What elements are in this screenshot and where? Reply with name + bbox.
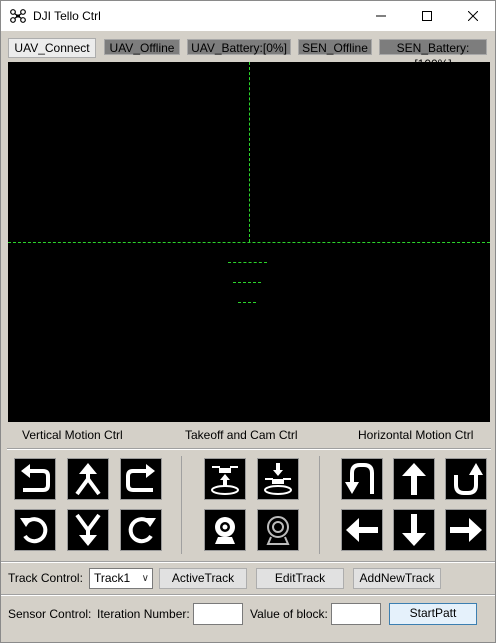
- close-button[interactable]: [450, 1, 496, 31]
- arrow-right-icon: [450, 518, 482, 542]
- sensor-battery-badge: SEN_Battery:[100%]: [379, 39, 487, 71]
- rotate-cw-icon: [128, 517, 156, 544]
- right-button[interactable]: [445, 509, 487, 551]
- window-title: DJI Tello Ctrl: [33, 9, 101, 23]
- range-tick: [233, 282, 261, 283]
- split-down-arrow-icon: [75, 513, 101, 546]
- sensor-status-badge: SEN_Offline: [298, 39, 372, 55]
- turn-left-arrow-icon: [21, 464, 50, 492]
- title-bar: DJI Tello Ctrl: [1, 1, 495, 31]
- camera-on-icon: [215, 517, 235, 544]
- merge-up-arrow-icon: [75, 463, 101, 496]
- start-pattern-button[interactable]: StartPatt: [389, 603, 477, 625]
- forward-button[interactable]: [393, 458, 435, 500]
- sensor-control-label: Sensor Control:: [8, 607, 92, 621]
- chevron-down-icon: ∨: [141, 573, 149, 584]
- uav-connect-button[interactable]: UAV_Connect: [8, 38, 96, 58]
- divider: [1, 562, 495, 563]
- merge-up-button[interactable]: [67, 458, 109, 500]
- u-turn-left-icon: [345, 463, 374, 494]
- rotate-cw-button[interactable]: [120, 509, 162, 551]
- arrow-up-icon: [402, 463, 426, 495]
- block-value-label: Value of block:: [250, 607, 328, 621]
- divider: [319, 456, 320, 554]
- minimize-button[interactable]: [358, 1, 404, 31]
- add-new-track-button[interactable]: AddNewTrack: [353, 568, 441, 589]
- left-button[interactable]: [341, 509, 383, 551]
- camera-off-icon: [266, 516, 290, 545]
- crosshair-horizontal: [8, 242, 490, 243]
- rotate-ccw-button[interactable]: [14, 509, 56, 551]
- app-window: DJI Tello Ctrl UAV_Connect UAV_Offline U…: [0, 0, 496, 643]
- split-down-button[interactable]: [67, 509, 109, 551]
- drone-takeoff-icon: [211, 466, 239, 495]
- drone-icon: [10, 9, 26, 23]
- turn-left-button[interactable]: [14, 458, 56, 500]
- divider: [7, 449, 491, 450]
- turn-right-button[interactable]: [120, 458, 162, 500]
- arrow-left-icon: [346, 518, 378, 542]
- arrow-down-icon: [402, 514, 426, 546]
- turn-right-arrow-icon: [126, 464, 155, 492]
- divider: [1, 595, 495, 596]
- block-value-input[interactable]: [331, 603, 381, 625]
- video-feed: [8, 62, 490, 422]
- crosshair-vertical: [249, 62, 250, 242]
- rotate-ccw-icon: [20, 517, 48, 544]
- u-turn-right-icon: [454, 463, 483, 495]
- backward-button[interactable]: [393, 509, 435, 551]
- land-button[interactable]: [257, 458, 299, 500]
- takeoff-button[interactable]: [204, 458, 246, 500]
- edit-track-button[interactable]: EditTrack: [256, 568, 344, 589]
- iteration-number-label: Iteration Number:: [97, 607, 190, 621]
- uav-battery-badge: UAV_Battery:[0%]: [187, 39, 291, 55]
- divider: [181, 456, 182, 554]
- track-select[interactable]: Track1 ∨: [89, 568, 153, 589]
- range-tick: [238, 302, 256, 303]
- vertical-motion-label: Vertical Motion Ctrl: [22, 428, 123, 442]
- track-control-label: Track Control:: [8, 571, 83, 585]
- drone-landing-icon: [264, 463, 292, 495]
- track-select-value: Track1: [94, 571, 131, 585]
- iteration-number-input[interactable]: [193, 603, 243, 625]
- maximize-icon: [422, 11, 432, 21]
- horizontal-motion-label: Horizontal Motion Ctrl: [358, 428, 474, 442]
- minimize-icon: [376, 15, 386, 17]
- camera-off-button[interactable]: [257, 509, 299, 551]
- range-tick: [228, 262, 267, 263]
- maximize-button[interactable]: [404, 1, 450, 31]
- takeoff-cam-label: Takeoff and Cam Ctrl: [185, 428, 298, 442]
- u-turn-right-button[interactable]: [445, 458, 487, 500]
- active-track-button[interactable]: ActiveTrack: [159, 568, 247, 589]
- u-turn-left-button[interactable]: [341, 458, 383, 500]
- uav-status-badge: UAV_Offline: [104, 39, 180, 55]
- close-icon: [468, 11, 478, 21]
- camera-on-button[interactable]: [204, 509, 246, 551]
